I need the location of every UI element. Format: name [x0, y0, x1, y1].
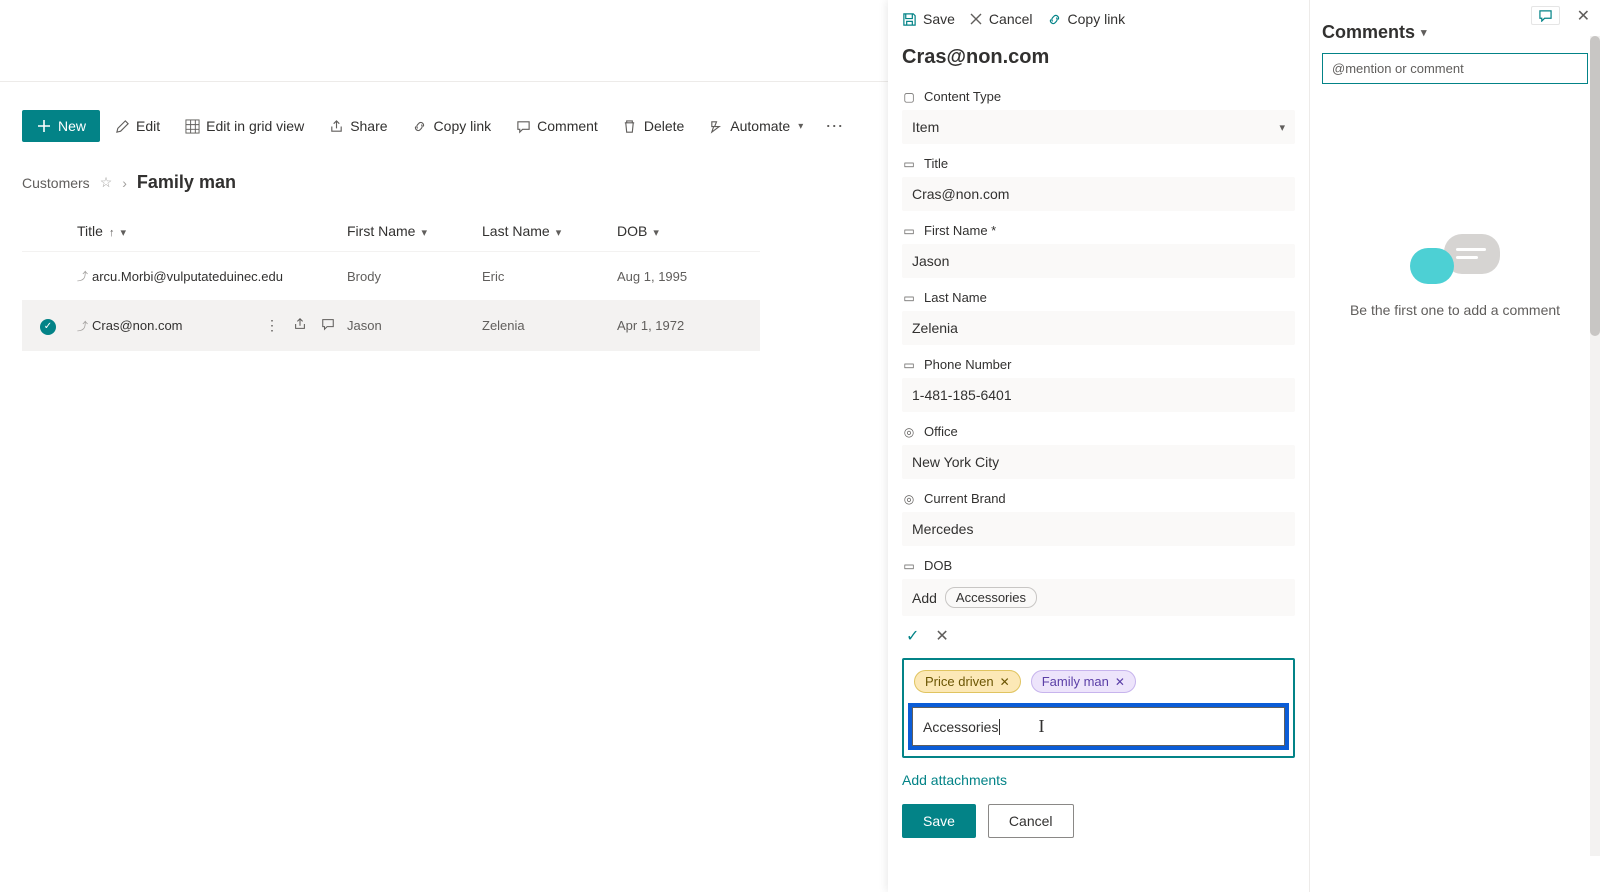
more-button[interactable]: ⋯	[817, 112, 851, 141]
close-icon	[969, 12, 983, 26]
chevron-down-icon: ▾	[798, 121, 803, 132]
col-lastname[interactable]: Last Name▾	[482, 223, 617, 239]
breadcrumb-sep: ›	[122, 175, 127, 191]
col-firstname[interactable]: First Name▾	[347, 223, 482, 239]
grid-icon	[184, 118, 200, 134]
table-row[interactable]: ✓ ⤴ Cras@non.com ⋮ Jason Zelenia Apr 1, …	[22, 300, 760, 351]
phone-field[interactable]: 1-481-185-6401	[902, 378, 1295, 412]
plus-icon	[36, 118, 52, 134]
chevron-down-icon: ▾	[120, 227, 126, 239]
share-icon	[328, 118, 344, 134]
text-icon: ▭	[902, 224, 916, 238]
sort-asc-icon: ↑	[109, 227, 115, 239]
save-icon	[902, 12, 917, 27]
edit-button[interactable]: Edit	[104, 112, 170, 140]
table-row[interactable]: ⤴arcu.Morbi@vulputateduinec.edu Brody Er…	[22, 251, 760, 300]
comments-panel: ✕ Comments ▾ @mention or comment Be the …	[1310, 0, 1600, 892]
link-icon	[1047, 12, 1062, 27]
comments-empty-state: Be the first one to add a comment	[1322, 234, 1588, 318]
new-button[interactable]: New	[22, 110, 100, 142]
pane-cancel-button[interactable]: Cancel	[969, 11, 1033, 27]
item-icon: ⤴	[77, 268, 88, 284]
tag-chip[interactable]: Price driven ✕	[914, 670, 1021, 693]
add-attachments-link[interactable]: Add attachments	[902, 758, 1295, 794]
date-icon: ▭	[902, 559, 916, 573]
close-pane-icon[interactable]: ✕	[1577, 6, 1590, 26]
text-icon: ▭	[902, 358, 916, 372]
ibeam-cursor-icon: I	[1038, 716, 1044, 737]
save-button[interactable]: Save	[902, 804, 976, 838]
details-pane: Save Cancel Copy link Cras@non.com	[888, 0, 1600, 892]
comment-bubble-icon[interactable]	[1531, 6, 1560, 25]
tag-input[interactable]: Accessories I	[912, 707, 1285, 746]
text-icon: ▭	[902, 291, 916, 305]
row-more-icon[interactable]: ⋮	[265, 317, 279, 334]
bubble-icon	[1410, 248, 1454, 284]
choice-icon: ◎	[902, 425, 916, 439]
col-dob[interactable]: DOB▾	[617, 223, 757, 239]
suggestion-chip[interactable]: Accessories	[945, 587, 1037, 608]
trash-icon	[622, 118, 638, 134]
delete-button[interactable]: Delete	[612, 112, 694, 140]
pane-copylink-button[interactable]: Copy link	[1047, 11, 1126, 27]
list-grid: Title↑▾ First Name▾ Last Name▾ DOB▾ ⤴arc…	[0, 201, 760, 351]
remove-tag-icon[interactable]: ✕	[1115, 675, 1125, 689]
office-field[interactable]: New York City	[902, 445, 1295, 479]
new-label: New	[58, 118, 86, 134]
contenttype-icon: ▢	[902, 90, 916, 104]
firstname-field[interactable]: Jason	[902, 244, 1295, 278]
tag-chip[interactable]: Family man ✕	[1031, 670, 1136, 693]
flow-icon	[708, 118, 724, 134]
copylink-button[interactable]: Copy link	[402, 112, 502, 140]
chevron-down-icon: ▾	[1279, 121, 1285, 134]
selected-check-icon[interactable]: ✓	[40, 319, 56, 335]
comment-icon	[515, 118, 531, 134]
comment-input[interactable]: @mention or comment	[1322, 53, 1588, 84]
lastname-field[interactable]: Zelenia	[902, 311, 1295, 345]
star-icon[interactable]: ☆	[100, 174, 113, 191]
confirm-icon[interactable]: ✓	[906, 626, 919, 646]
automate-button[interactable]: Automate ▾	[698, 112, 813, 140]
col-title[interactable]: Title↑▾	[77, 223, 347, 239]
text-cursor	[999, 719, 1000, 735]
title-field[interactable]: Cras@non.com	[902, 177, 1295, 211]
brand-field[interactable]: Mercedes	[902, 512, 1295, 546]
item-title: Cras@non.com	[902, 32, 1295, 77]
pane-toolbar: Save Cancel Copy link	[888, 0, 1309, 32]
tags-field[interactable]: Price driven ✕ Family man ✕ Accessories	[902, 658, 1295, 758]
row-share-icon[interactable]	[293, 317, 307, 334]
pencil-icon	[114, 118, 130, 134]
comment-button[interactable]: Comment	[505, 112, 608, 140]
grid-edit-button[interactable]: Edit in grid view	[174, 112, 314, 140]
contenttype-select[interactable]: Item ▾	[902, 110, 1295, 144]
pane-save-button[interactable]: Save	[902, 11, 955, 27]
grid-header: Title↑▾ First Name▾ Last Name▾ DOB▾	[22, 211, 760, 251]
chevron-down-icon: ▾	[1421, 26, 1427, 39]
item-icon: ⤴	[77, 318, 88, 334]
breadcrumb-view: Family man	[137, 172, 236, 193]
text-icon: ▭	[902, 157, 916, 171]
choice-icon: ◎	[902, 492, 916, 506]
cancel-button[interactable]: Cancel	[988, 804, 1074, 838]
remove-tag-icon[interactable]: ✕	[1000, 675, 1010, 689]
row-comment-icon[interactable]	[321, 317, 335, 334]
link-icon	[412, 118, 428, 134]
tag-suggestion[interactable]: Add Accessories	[902, 579, 1295, 616]
breadcrumb-list[interactable]: Customers	[22, 175, 90, 191]
share-button[interactable]: Share	[318, 112, 397, 140]
cancel-icon[interactable]: ✕	[935, 626, 948, 646]
